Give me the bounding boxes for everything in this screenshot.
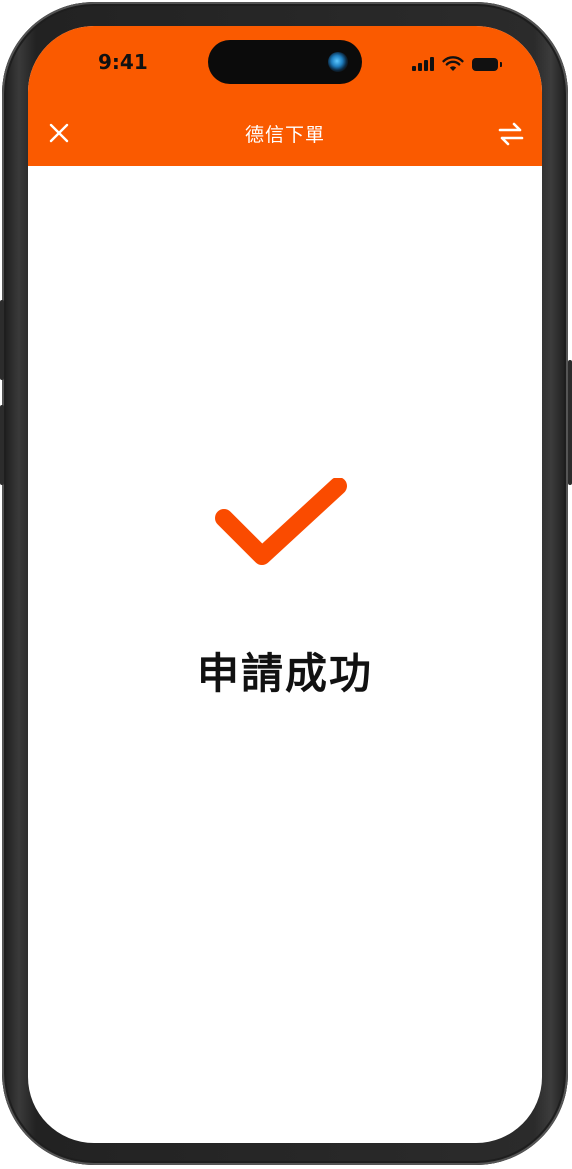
nav-bar: 德信下單 — [28, 110, 542, 158]
switch-arrows-icon[interactable] — [496, 120, 526, 148]
volume-up-button — [0, 300, 4, 380]
power-button — [568, 360, 572, 485]
volume-down-button — [0, 405, 4, 485]
dynamic-island — [208, 40, 362, 84]
page-title: 德信下單 — [244, 124, 325, 146]
header: 9:41 德信下單 — [28, 26, 542, 166]
signal-icon — [412, 57, 434, 71]
wifi-icon — [442, 56, 464, 71]
status-icons — [412, 54, 502, 74]
camera-lens-icon — [328, 52, 348, 72]
status-time: 9:41 — [98, 50, 148, 74]
success-message: 申請成功 — [196, 649, 373, 698]
screen: 9:41 德信下單 申請成功 — [28, 26, 542, 1143]
checkmark-icon — [215, 478, 347, 565]
battery-icon — [472, 57, 502, 71]
